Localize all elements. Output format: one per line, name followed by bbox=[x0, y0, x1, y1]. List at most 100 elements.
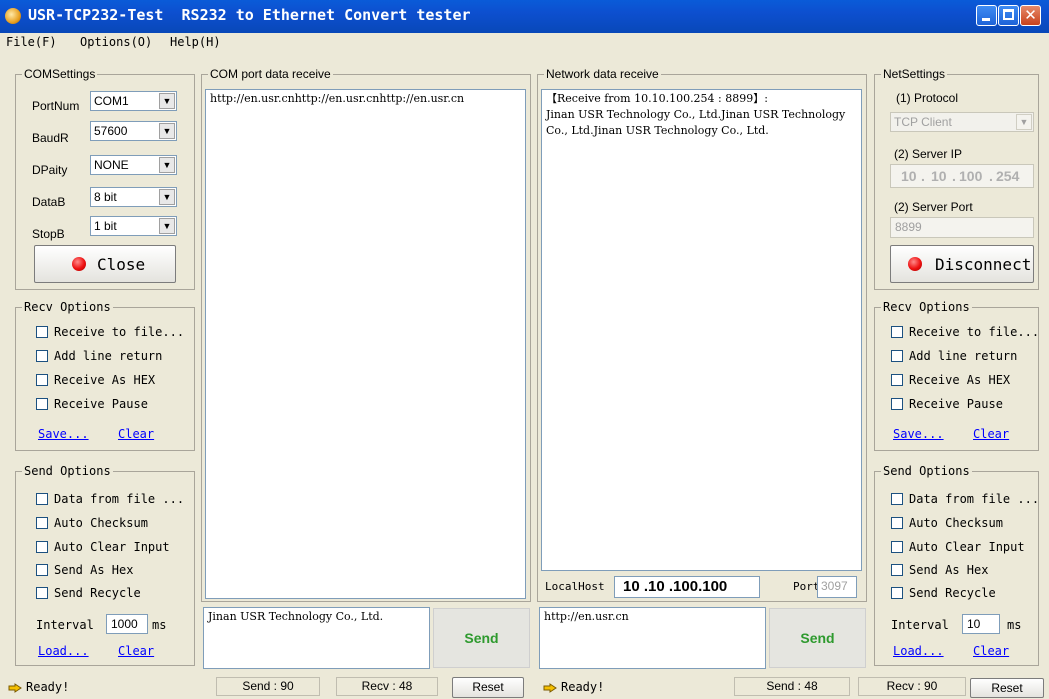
com-receive-title: COM port data receive bbox=[208, 67, 333, 81]
localhost-port-field[interactable]: 3097 bbox=[817, 576, 857, 598]
com-interval-input[interactable]: 1000 bbox=[106, 614, 148, 634]
com-send-button[interactable]: Send bbox=[433, 608, 530, 668]
network-receive-textarea[interactable]: 【Receive from 10.10.100.254 : 8899】: Jin… bbox=[541, 89, 862, 571]
parity-value: NONE bbox=[94, 158, 129, 172]
checkbox-label: Send Recycle bbox=[909, 586, 996, 600]
com-load-link[interactable]: Load... bbox=[38, 644, 89, 658]
com-send-count: Send : 90 bbox=[216, 677, 320, 696]
right-ready-text: Ready! bbox=[561, 680, 605, 694]
checkbox-box[interactable] bbox=[891, 564, 903, 576]
net-recv-count: Recv : 90 bbox=[858, 677, 966, 696]
server-ip-label: (2) Server IP bbox=[894, 147, 963, 161]
databits-select[interactable]: 8 bit ▼ bbox=[90, 187, 177, 207]
com-interval-label: Interval bbox=[36, 618, 94, 632]
net-recv-clear-link[interactable]: Clear bbox=[973, 427, 1009, 441]
checkbox-box[interactable] bbox=[36, 564, 48, 576]
com-recv-clear-link[interactable]: Clear bbox=[118, 427, 154, 441]
net-save-link[interactable]: Save... bbox=[893, 427, 944, 441]
localhost-ip-value: 10 .10 .100.100 bbox=[623, 578, 728, 595]
checkbox-box[interactable] bbox=[891, 493, 903, 505]
baudrate-label: BaudR bbox=[32, 131, 69, 145]
pointing-hand-icon bbox=[543, 682, 557, 693]
localhost-port-value: 3097 bbox=[821, 579, 848, 593]
com-interval-unit: ms bbox=[152, 618, 167, 632]
network-send-input[interactable]: http://en.usr.cn bbox=[539, 607, 766, 669]
com-receive-textarea[interactable]: http://en.usr.cnhttp://en.usr.cnhttp://e… bbox=[205, 89, 526, 599]
chevron-down-icon[interactable]: ▼ bbox=[159, 157, 175, 173]
com-send-clear-link[interactable]: Clear bbox=[118, 644, 154, 658]
net-recv-options-title: Recv Options bbox=[881, 300, 972, 314]
net-send-clear-link[interactable]: Clear bbox=[973, 644, 1009, 658]
com-send-options-title: Send Options bbox=[22, 464, 113, 478]
status-bar: Ready! Send : 90 Recv : 48 Reset Ready! … bbox=[0, 676, 1049, 699]
portnum-value: COM1 bbox=[94, 94, 129, 108]
checkbox-label: Auto Checksum bbox=[54, 516, 148, 530]
parity-select[interactable]: NONE ▼ bbox=[90, 155, 177, 175]
checkbox-box[interactable] bbox=[891, 326, 903, 338]
server-ip-field[interactable]: 10 . 10 . 100 . 254 bbox=[890, 164, 1034, 188]
checkbox-box[interactable] bbox=[891, 517, 903, 529]
checkbox-label: Receive Pause bbox=[54, 397, 148, 411]
checkbox-label: Receive As HEX bbox=[909, 373, 1011, 387]
disconnect-label: Disconnect bbox=[935, 255, 1032, 274]
net-interval-input[interactable]: 10 bbox=[962, 614, 1000, 634]
left-status: Ready! bbox=[8, 680, 69, 694]
checkbox-box[interactable] bbox=[36, 350, 48, 362]
checkbox-box[interactable] bbox=[36, 398, 48, 410]
checkbox-box[interactable] bbox=[36, 493, 48, 505]
chevron-down-icon[interactable]: ▼ bbox=[159, 189, 175, 205]
chevron-down-icon[interactable]: ▼ bbox=[1016, 114, 1032, 130]
net-interval-label: Interval bbox=[891, 618, 949, 632]
stopbits-select[interactable]: 1 bit ▼ bbox=[90, 216, 177, 236]
protocol-select[interactable]: TCP Client ▼ bbox=[890, 112, 1034, 132]
com-save-link[interactable]: Save... bbox=[38, 427, 89, 441]
checkbox-box[interactable] bbox=[891, 374, 903, 386]
checkbox-label: Add line return bbox=[909, 349, 1018, 363]
stopbits-label: StopB bbox=[32, 227, 65, 241]
chevron-down-icon[interactable]: ▼ bbox=[159, 93, 175, 109]
title-bar[interactable]: USR-TCP232-Test RS232 to Ethernet Conver… bbox=[0, 0, 1049, 33]
menu-file[interactable]: File(F) bbox=[6, 35, 57, 49]
localhost-ip-field[interactable]: 10 .10 .100.100 bbox=[614, 576, 760, 598]
maximize-button[interactable] bbox=[998, 5, 1019, 26]
baudrate-select[interactable]: 57600 ▼ bbox=[90, 121, 177, 141]
checkbox-box[interactable] bbox=[891, 350, 903, 362]
net-load-link[interactable]: Load... bbox=[893, 644, 944, 658]
server-port-field[interactable]: 8899 bbox=[890, 217, 1034, 238]
checkbox-box[interactable] bbox=[891, 587, 903, 599]
disconnect-button[interactable]: Disconnect bbox=[890, 245, 1034, 283]
server-ip-octet-1: 10 bbox=[901, 168, 917, 184]
server-ip-octet-3: 100 bbox=[959, 168, 983, 184]
port-label: Port bbox=[793, 580, 820, 593]
net-reset-button[interactable]: Reset bbox=[970, 678, 1044, 698]
com-close-button[interactable]: Close bbox=[34, 245, 176, 283]
net-interval-value: 10 bbox=[967, 617, 981, 631]
portnum-select[interactable]: COM1 ▼ bbox=[90, 91, 177, 111]
app-icon bbox=[5, 8, 21, 24]
com-send-input[interactable]: Jinan USR Technology Co., Ltd. bbox=[203, 607, 430, 669]
chevron-down-icon[interactable]: ▼ bbox=[159, 218, 175, 234]
minimize-button[interactable] bbox=[976, 5, 997, 26]
checkbox-box[interactable] bbox=[891, 398, 903, 410]
checkbox-label: Send Recycle bbox=[54, 586, 141, 600]
network-send-button[interactable]: Send bbox=[769, 608, 866, 668]
led-red-icon bbox=[908, 257, 922, 271]
net-send-count: Send : 48 bbox=[734, 677, 850, 696]
checkbox-box[interactable] bbox=[36, 326, 48, 338]
com-reset-button[interactable]: Reset bbox=[452, 677, 524, 698]
ip-dot: . bbox=[952, 168, 956, 184]
checkbox-box[interactable] bbox=[36, 517, 48, 529]
checkbox-box[interactable] bbox=[36, 541, 48, 553]
checkbox-box[interactable] bbox=[891, 541, 903, 553]
net-interval-unit: ms bbox=[1007, 618, 1022, 632]
window-title: USR-TCP232-Test RS232 to Ethernet Conver… bbox=[28, 6, 471, 24]
close-button[interactable]: ✕ bbox=[1020, 5, 1041, 26]
menu-help[interactable]: Help(H) bbox=[170, 35, 221, 49]
checkbox-label: Receive Pause bbox=[909, 397, 1003, 411]
checkbox-label: Receive to file... bbox=[909, 325, 1040, 339]
chevron-down-icon[interactable]: ▼ bbox=[159, 123, 175, 139]
checkbox-box[interactable] bbox=[36, 374, 48, 386]
server-port-value: 8899 bbox=[895, 220, 922, 234]
menu-options[interactable]: Options(O) bbox=[80, 35, 152, 49]
checkbox-box[interactable] bbox=[36, 587, 48, 599]
